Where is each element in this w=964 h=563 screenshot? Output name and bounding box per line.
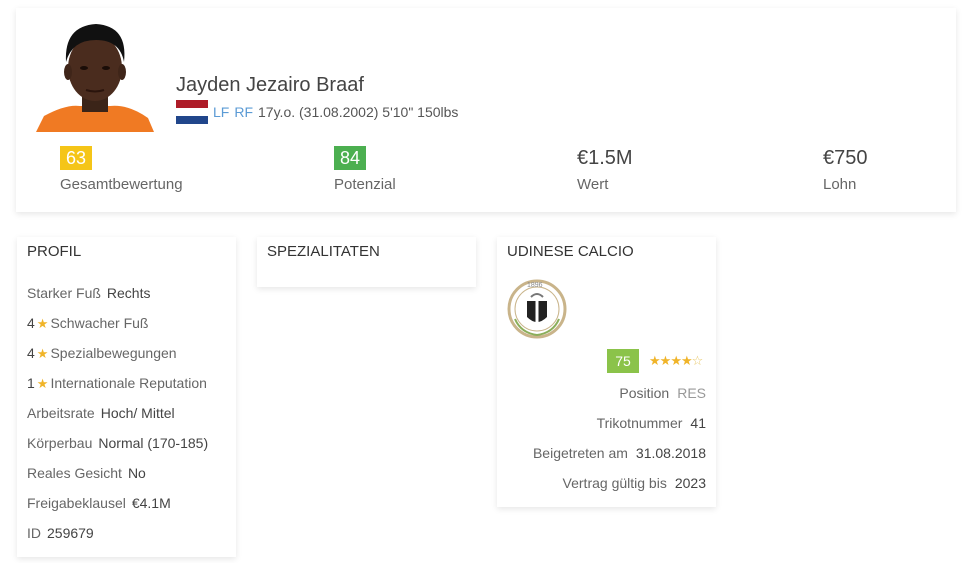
profile-card: PROFIL Starker Fuß Rechts 4 ★ Schwacher Fuß… bbox=[17, 237, 236, 557]
position-rf-link[interactable]: RF bbox=[234, 104, 253, 120]
contract-row: Vertrag gültig bis 2023 bbox=[563, 475, 706, 491]
release-clause-label: Freigabeklausel bbox=[27, 495, 126, 511]
netherlands-flag-icon bbox=[176, 100, 208, 124]
weak-foot-value: 4 bbox=[27, 315, 35, 331]
id-label: ID bbox=[27, 525, 41, 541]
work-rate-row: Arbeitsrate Hoch/ Mittel bbox=[27, 405, 175, 421]
stat-value: €1.5M Wert bbox=[577, 146, 633, 193]
position-lf-link[interactable]: LF bbox=[213, 104, 229, 120]
body-type-value: Normal (170-185) bbox=[98, 435, 209, 451]
stat-overall: 63 Gesamtbewertung bbox=[60, 146, 183, 193]
real-face-row: Reales Gesicht No bbox=[27, 465, 146, 481]
player-header-card: Jayden Jezairo Braaf LF RF 17y.o. (31.08… bbox=[16, 8, 956, 212]
club-stars: ★★★★☆ bbox=[649, 353, 704, 369]
body-type-label: Körperbau bbox=[27, 435, 93, 451]
stats-row: 63 Gesamtbewertung 84 Potenzial €1.5M We… bbox=[16, 146, 956, 206]
club-position-label: Position bbox=[619, 385, 670, 401]
club-position-row: Position RES bbox=[619, 385, 706, 401]
crest-year: 1896 bbox=[527, 282, 543, 289]
wage-label: Lohn bbox=[823, 176, 857, 193]
star-icon: ★ bbox=[36, 376, 49, 391]
skill-moves-value: 4 bbox=[27, 345, 35, 361]
id-row: ID 259679 bbox=[27, 525, 94, 541]
strong-foot-label: Starker Fuß bbox=[27, 285, 101, 301]
joined-row: Beigetreten am 31.08.2018 bbox=[533, 445, 706, 461]
star-empty-icon: ☆ bbox=[691, 353, 704, 368]
player-photo bbox=[36, 20, 154, 132]
club-title[interactable]: UDINESE CALCIO bbox=[507, 243, 634, 260]
star-icon: ★ bbox=[36, 316, 49, 331]
strong-foot-row: Starker Fuß Rechts bbox=[27, 285, 150, 301]
joined-label: Beigetreten am bbox=[532, 445, 628, 461]
real-face-label: Reales Gesicht bbox=[27, 465, 122, 481]
player-info-line: LF RF 17y.o. (31.08.2002) 5'10" 150lbs bbox=[176, 100, 458, 124]
weak-foot-label: Schwacher Fuß bbox=[50, 315, 149, 331]
club-rating-badge: 75 bbox=[607, 349, 639, 373]
star-icon: ★ bbox=[36, 346, 49, 361]
skill-moves-label: Spezialbewegungen bbox=[50, 345, 177, 361]
specialities-card: SPEZIALITATEN bbox=[257, 237, 476, 287]
jersey-number-label: Trikotnummer bbox=[596, 415, 683, 431]
specialities-title: SPEZIALITATEN bbox=[267, 243, 380, 260]
body-type-row: Körperbau Normal (170-185) bbox=[27, 435, 208, 451]
overall-rating-badge: 63 bbox=[60, 146, 93, 170]
contract-label: Vertrag gültig bis bbox=[562, 475, 667, 491]
strong-foot-value: Rechts bbox=[106, 285, 151, 301]
jersey-number-row: Trikotnummer 41 bbox=[597, 415, 706, 431]
intl-reputation-label: Internationale Reputation bbox=[50, 375, 207, 391]
star-icon: ★ bbox=[659, 353, 672, 368]
stat-potential: 84 Potenzial bbox=[334, 146, 396, 193]
star-icon: ★ bbox=[670, 353, 682, 368]
id-value: 259679 bbox=[47, 525, 94, 541]
club-card: UDINESE CALCIO 1896 75 ★★★★☆ Position RES… bbox=[497, 237, 716, 507]
star-icon: ★ bbox=[680, 353, 693, 368]
potential-rating-label: Potenzial bbox=[334, 176, 396, 193]
work-rate-value: Hoch/ Mittel bbox=[100, 405, 175, 421]
joined-value: 31.08.2018 bbox=[635, 445, 706, 461]
skill-moves-row: 4 ★ Spezialbewegungen bbox=[27, 345, 177, 362]
stat-wage: €750 Lohn bbox=[823, 146, 868, 193]
intl-reputation-value: 1 bbox=[27, 375, 35, 391]
wage-value: €750 bbox=[823, 147, 868, 169]
player-name: Jayden Jezairo Braaf bbox=[176, 74, 364, 96]
market-value: €1.5M bbox=[577, 147, 633, 169]
udinese-crest-icon[interactable]: 1896 bbox=[507, 279, 567, 339]
release-clause-row: Freigabeklausel €4.1M bbox=[27, 495, 171, 511]
weak-foot-row: 4 ★ Schwacher Fuß bbox=[27, 315, 149, 332]
real-face-value: No bbox=[127, 465, 146, 481]
potential-rating-badge: 84 bbox=[334, 146, 367, 170]
intl-reputation-row: 1 ★ Internationale Reputation bbox=[27, 375, 207, 392]
profile-title: PROFIL bbox=[27, 243, 82, 260]
contract-value: 2023 bbox=[674, 475, 706, 491]
work-rate-label: Arbeitsrate bbox=[27, 405, 95, 421]
jersey-number-value: 41 bbox=[690, 415, 706, 431]
release-clause-value: €4.1M bbox=[131, 495, 171, 511]
player-details: 17y.o. (31.08.2002) 5'10" 150lbs bbox=[258, 104, 459, 120]
star-icon: ★ bbox=[649, 353, 661, 368]
market-value-label: Wert bbox=[577, 176, 609, 193]
club-position-value: RES bbox=[677, 385, 706, 401]
overall-rating-label: Gesamtbewertung bbox=[60, 176, 183, 193]
